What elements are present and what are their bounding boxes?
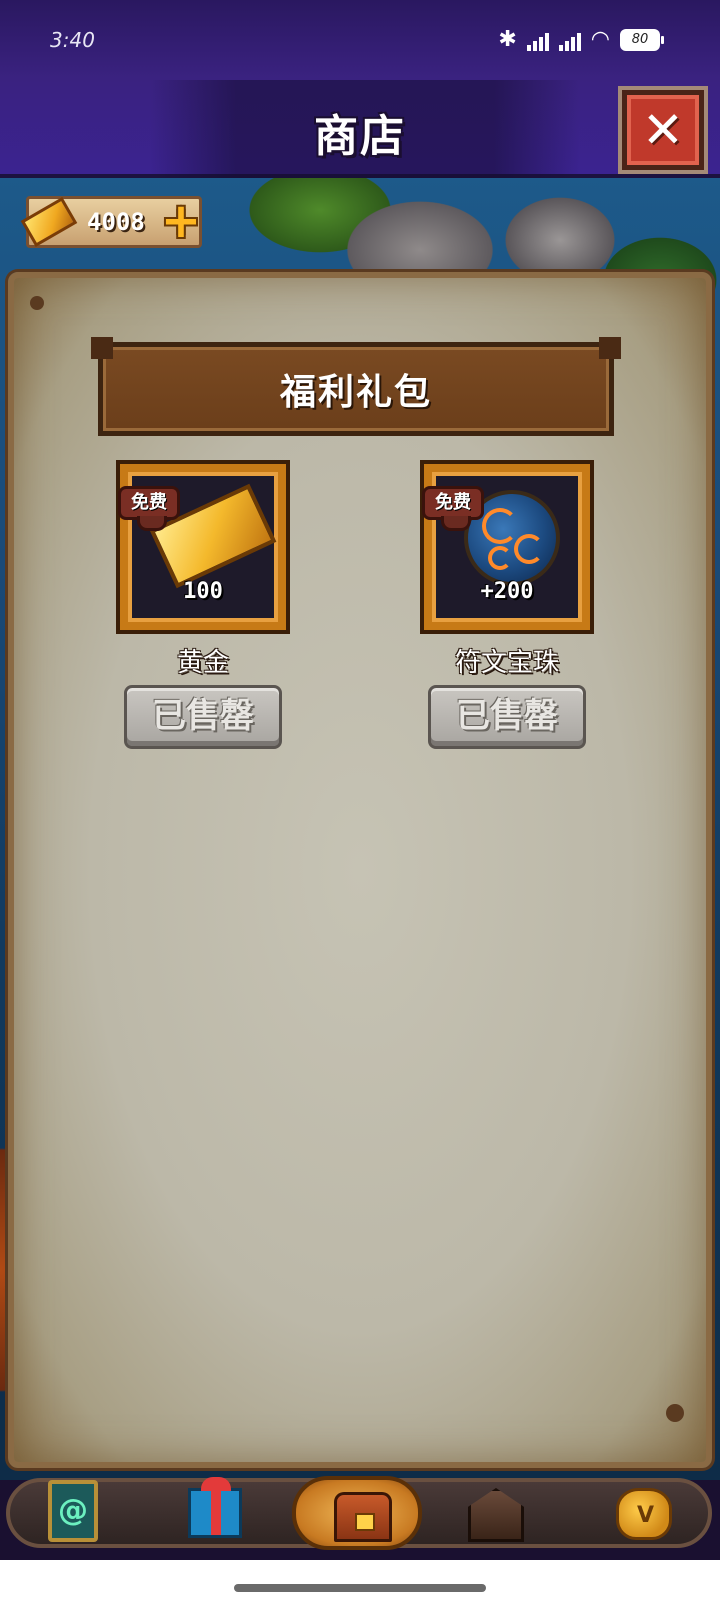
cellular-signal-icon	[558, 29, 581, 51]
nav-item-shop[interactable]	[292, 1476, 422, 1550]
money-bag-icon	[616, 1488, 672, 1540]
orb-swirl	[514, 534, 544, 564]
tavern-icon	[468, 1488, 524, 1542]
header-bar: 3:40 ✱ ◠ 80 商店 ✕	[0, 0, 720, 178]
item-name: 黄金	[176, 648, 229, 678]
gold-amount: 4008	[87, 208, 145, 236]
panel-stain	[666, 1404, 684, 1422]
gift-icon	[188, 1477, 242, 1538]
home-indicator[interactable]	[234, 1584, 486, 1592]
cellular-signal-icon	[526, 29, 549, 51]
orb-swirl	[482, 508, 518, 544]
bottom-nav	[0, 1476, 720, 1558]
treasure-chest-icon	[334, 1492, 392, 1542]
free-badge: 免费	[422, 486, 484, 531]
gold-bar-icon	[20, 197, 78, 247]
section-banner: 福利礼包	[91, 337, 621, 436]
status-icons: ✱ ◠ 80	[498, 26, 664, 54]
nav-item-cards[interactable]	[36, 1474, 108, 1550]
shop-item-gold[interactable]: 100 免费 黄金 已售罄	[118, 464, 290, 749]
nav-item-tavern[interactable]	[456, 1474, 528, 1550]
sold-out-button[interactable]: 已售罄	[124, 685, 282, 749]
battery-icon: 80	[620, 29, 664, 51]
section-title: 福利礼包	[279, 372, 432, 413]
system-nav-area	[0, 1560, 720, 1600]
status-time: 3:40	[50, 28, 95, 52]
item-count: 100	[183, 579, 223, 604]
orb-swirl	[488, 546, 512, 570]
sold-out-button[interactable]: 已售罄	[428, 685, 586, 749]
free-badge: 免费	[118, 486, 180, 531]
bluetooth-icon: ✱	[498, 27, 517, 52]
item-count: +200	[480, 579, 534, 604]
shop-item-rune-orb[interactable]: +200 免费 符文宝珠 已售罄	[422, 464, 594, 749]
item-frame: +200 免费	[422, 464, 590, 630]
item-name: 符文宝珠	[454, 648, 559, 678]
card-icon	[48, 1480, 98, 1542]
nav-item-vip[interactable]	[604, 1474, 676, 1550]
item-frame: 100 免费	[118, 464, 286, 630]
gold-counter: 4008 +	[20, 196, 203, 248]
add-gold-button[interactable]: +	[159, 197, 203, 245]
page-title: 商店	[314, 111, 406, 162]
wifi-icon: ◠	[590, 27, 610, 52]
close-icon: ✕	[642, 101, 684, 159]
nav-item-gifts[interactable]	[176, 1474, 248, 1550]
shop-panel	[8, 272, 712, 1468]
close-button[interactable]: ✕	[622, 90, 704, 170]
panel-stain	[30, 296, 44, 310]
